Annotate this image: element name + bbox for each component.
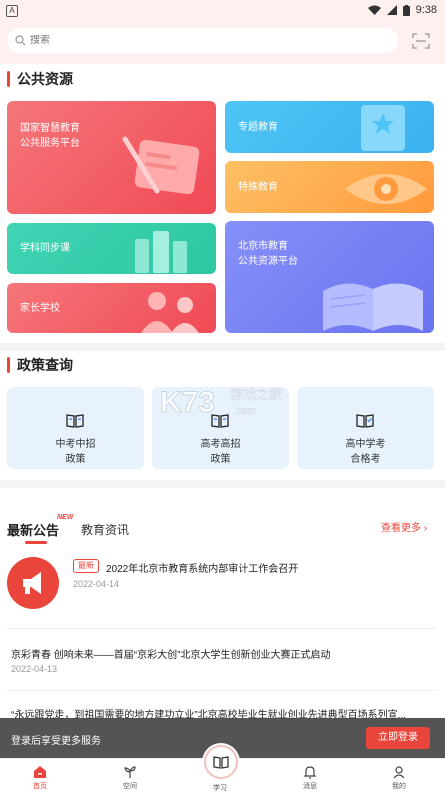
svg-text:K73: K73 — [160, 386, 215, 419]
card-parent-school[interactable]: 家长学校 — [7, 283, 216, 333]
search-icon — [15, 35, 26, 46]
nav-study-label: 学习 — [213, 785, 227, 792]
policy-label: 中考中招 — [55, 439, 96, 450]
watermark-logo: K73 游戏之家 .com — [160, 386, 283, 420]
svg-text:.com: .com — [234, 406, 256, 417]
policy-card-zhongkao[interactable]: 中考中招 政策 — [7, 387, 144, 469]
card-national-platform[interactable]: 国家智慧教育 公共服务平台 — [7, 101, 216, 214]
search-input[interactable] — [30, 35, 370, 46]
battery-icon — [402, 4, 410, 16]
tab-label: 最新公告 — [7, 523, 60, 538]
section-title: 公共资源 — [17, 71, 73, 87]
card-label: 公共服务平台 — [20, 138, 80, 149]
scan-icon[interactable] — [412, 33, 430, 49]
book-icon — [213, 756, 229, 769]
svg-text:游戏之家: 游戏之家 — [230, 387, 282, 403]
people-illustration — [141, 292, 199, 333]
nav-space[interactable]: 空间 — [110, 765, 150, 791]
policy-card-xuekao[interactable]: 高中学考 合格考 — [297, 387, 434, 469]
news-title[interactable]: 2022年北京市教育系统内部审计工作会召开 — [106, 560, 298, 575]
news-tabs: 最新公告 NEW 教育资讯 查看更多 › — [7, 514, 437, 544]
news-date: 2022-04-13 — [11, 664, 58, 674]
bottom-nav: 首页 空间 学习 消息 我的 — [0, 745, 445, 796]
news-title[interactable]: 京彩青春 创响未来——首届“京彩大创”北京大学生创新创业大赛正式启动 — [11, 646, 330, 661]
tab-indicator — [25, 541, 47, 544]
app-notification-icon: A — [6, 4, 18, 17]
wifi-icon — [367, 5, 381, 15]
megaphone-icon — [7, 557, 59, 609]
latest-badge: 最新 — [73, 559, 99, 573]
login-message: 登录后享受更多服务 — [11, 736, 101, 747]
card-label: 北京市教育 — [238, 241, 288, 252]
tab-education-news[interactable]: 教育资讯 — [81, 521, 129, 538]
divider — [7, 690, 437, 691]
divider — [7, 628, 437, 629]
search-bar[interactable] — [7, 28, 398, 53]
login-button[interactable]: 立即登录 — [366, 727, 430, 749]
card-label: 专题教育 — [238, 122, 278, 133]
card-special-topic[interactable]: 专题教育 — [225, 101, 434, 153]
eye-icon — [345, 174, 427, 204]
policy-label: 政策 — [210, 454, 231, 465]
news-date: 2022-04-14 — [73, 579, 120, 589]
chevron-right-icon: › — [423, 523, 428, 534]
books-illustration — [135, 231, 187, 273]
policy-label: 政策 — [65, 454, 86, 465]
nav-profile[interactable]: 我的 — [379, 765, 419, 791]
clock: 9:38 — [415, 4, 437, 16]
divider — [0, 343, 445, 351]
open-book-icon — [66, 414, 84, 428]
checklist-book-icon — [356, 414, 374, 428]
signal-icon — [386, 5, 397, 15]
nav-label: 首页 — [33, 783, 47, 790]
card-label: 国家智慧教育 — [20, 123, 80, 134]
status-bar: A 9:38 — [0, 0, 445, 20]
header — [0, 20, 445, 64]
divider — [0, 480, 445, 488]
tab-label: 教育资讯 — [81, 523, 130, 537]
profile-icon — [393, 766, 405, 779]
section-policy-query: 政策查询 — [7, 355, 73, 375]
view-more-link[interactable]: 查看更多 › — [381, 519, 427, 534]
bell-icon — [303, 766, 317, 779]
policy-label: 高考高招 — [200, 439, 241, 450]
nav-label: 我的 — [392, 783, 406, 790]
open-book-illustration — [323, 283, 423, 331]
card-label: 学科同步课 — [20, 243, 70, 254]
section-public-resources: 公共资源 — [7, 69, 73, 89]
nav-label: 消息 — [303, 783, 317, 790]
card-label: 家长学校 — [20, 303, 60, 314]
nav-home[interactable]: 首页 — [20, 765, 60, 791]
card-label: 特殊教育 — [238, 182, 278, 193]
nav-messages[interactable]: 消息 — [290, 765, 330, 791]
card-subject-sync[interactable]: 学科同步课 — [7, 223, 216, 274]
policy-label: 高中学考 — [345, 439, 386, 450]
nav-label: 空间 — [123, 783, 137, 790]
card-beijing-platform[interactable]: 北京市教育 公共资源平台 — [225, 221, 434, 333]
star-book-icon — [361, 105, 405, 151]
view-more-label: 查看更多 — [381, 523, 421, 534]
new-badge: NEW — [57, 514, 74, 521]
card-label: 公共资源平台 — [238, 256, 298, 267]
nav-study-button[interactable] — [204, 745, 238, 779]
document-illustration — [122, 136, 200, 195]
section-title: 政策查询 — [17, 357, 73, 373]
tab-latest-notice[interactable]: 最新公告 NEW — [7, 514, 73, 544]
sprout-icon — [124, 766, 136, 778]
card-special-education[interactable]: 特殊教育 — [225, 161, 434, 213]
home-icon — [34, 766, 46, 778]
policy-label: 合格考 — [350, 454, 381, 465]
